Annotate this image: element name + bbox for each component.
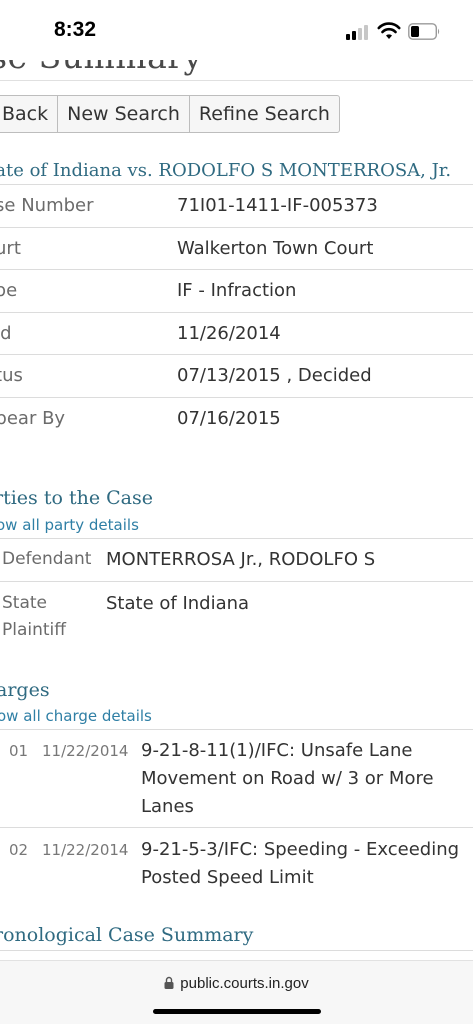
case-number-label: ase Number [0, 195, 94, 216]
chronological-summary-heading: ronological Case Summary [0, 924, 254, 946]
parties-divider [0, 581, 473, 582]
type-row: ype IF - Infraction [0, 269, 473, 312]
charge-date: 11/22/2014 [42, 841, 129, 859]
url-text: public.courts.in.gov [180, 975, 309, 992]
charges-divider-top [0, 729, 473, 730]
charge-number: 01 [9, 742, 29, 760]
party-name: State of Indiana [106, 593, 250, 614]
case-number-value: 71I01-1411-IF-005373 [177, 195, 378, 216]
refine-search-button[interactable]: Refine Search [190, 96, 339, 132]
case-number-row: ase Number 71I01-1411-IF-005373 [0, 184, 473, 227]
parties-heading: rties to the Case [0, 487, 153, 509]
charge-number: 02 [9, 841, 29, 859]
show-charge-details-link[interactable]: ow all charge details [0, 707, 152, 725]
party-name: MONTERROSA Jr., RODOLFO S [106, 549, 376, 570]
court-row: ourt Walkerton Town Court [0, 227, 473, 270]
charges-heading: arges [0, 679, 50, 701]
court-value: Walkerton Town Court [177, 238, 374, 259]
search-button-group: Back New Search Refine Search [0, 95, 340, 133]
appear-by-value: 07/16/2015 [177, 408, 281, 429]
status-bar: 8:32 [0, 0, 473, 60]
status-value: 07/13/2015 , Decided [177, 365, 372, 386]
filed-value: 11/26/2014 [177, 323, 281, 344]
appear-by-row: ppear By 07/16/2015 [0, 397, 473, 440]
case-heading: tate of Indiana vs. RODOLFO S MONTERROSA… [0, 160, 452, 181]
party-type-line-1: State [2, 593, 47, 613]
new-search-button[interactable]: New Search [58, 96, 190, 132]
show-party-details-link[interactable]: ow all party details [0, 516, 139, 534]
title-divider [0, 80, 473, 81]
home-indicator[interactable] [153, 1009, 321, 1014]
lock-icon [164, 976, 174, 989]
court-label: ourt [0, 238, 21, 259]
page-content: ase Summary Back New Search Refine Searc… [0, 0, 473, 960]
status-time: 8:32 [54, 18, 97, 41]
chronological-divider [0, 950, 473, 951]
status-row: atus 07/13/2015 , Decided [0, 354, 473, 397]
parties-divider-top [0, 538, 473, 539]
filed-label: led [0, 323, 12, 344]
back-button[interactable]: Back [0, 96, 59, 132]
party-type: State Plaintiff [2, 590, 66, 644]
cellular-signal-icon [346, 24, 370, 40]
type-value: IF - Infraction [177, 280, 297, 301]
url-display[interactable]: public.courts.in.gov [0, 975, 473, 992]
appear-by-label: ppear By [0, 408, 66, 429]
charge-description: 9-21-8-11(1)/IFC: Unsafe Lane Movement o… [141, 740, 434, 817]
charge-description: 9-21-5-3/IFC: Speeding - Exceeding Poste… [141, 839, 460, 888]
charge-date: 11/22/2014 [42, 742, 129, 760]
filed-row: led 11/26/2014 [0, 312, 473, 355]
wifi-icon [377, 22, 401, 39]
status-label: atus [0, 365, 23, 386]
charges-divider [0, 827, 473, 828]
type-label: ype [0, 280, 18, 301]
party-type-line-2: Plaintiff [2, 620, 66, 640]
battery-icon [408, 23, 440, 40]
party-type: Defendant [2, 549, 92, 569]
browser-address-bar[interactable]: public.courts.in.gov [0, 960, 473, 1024]
